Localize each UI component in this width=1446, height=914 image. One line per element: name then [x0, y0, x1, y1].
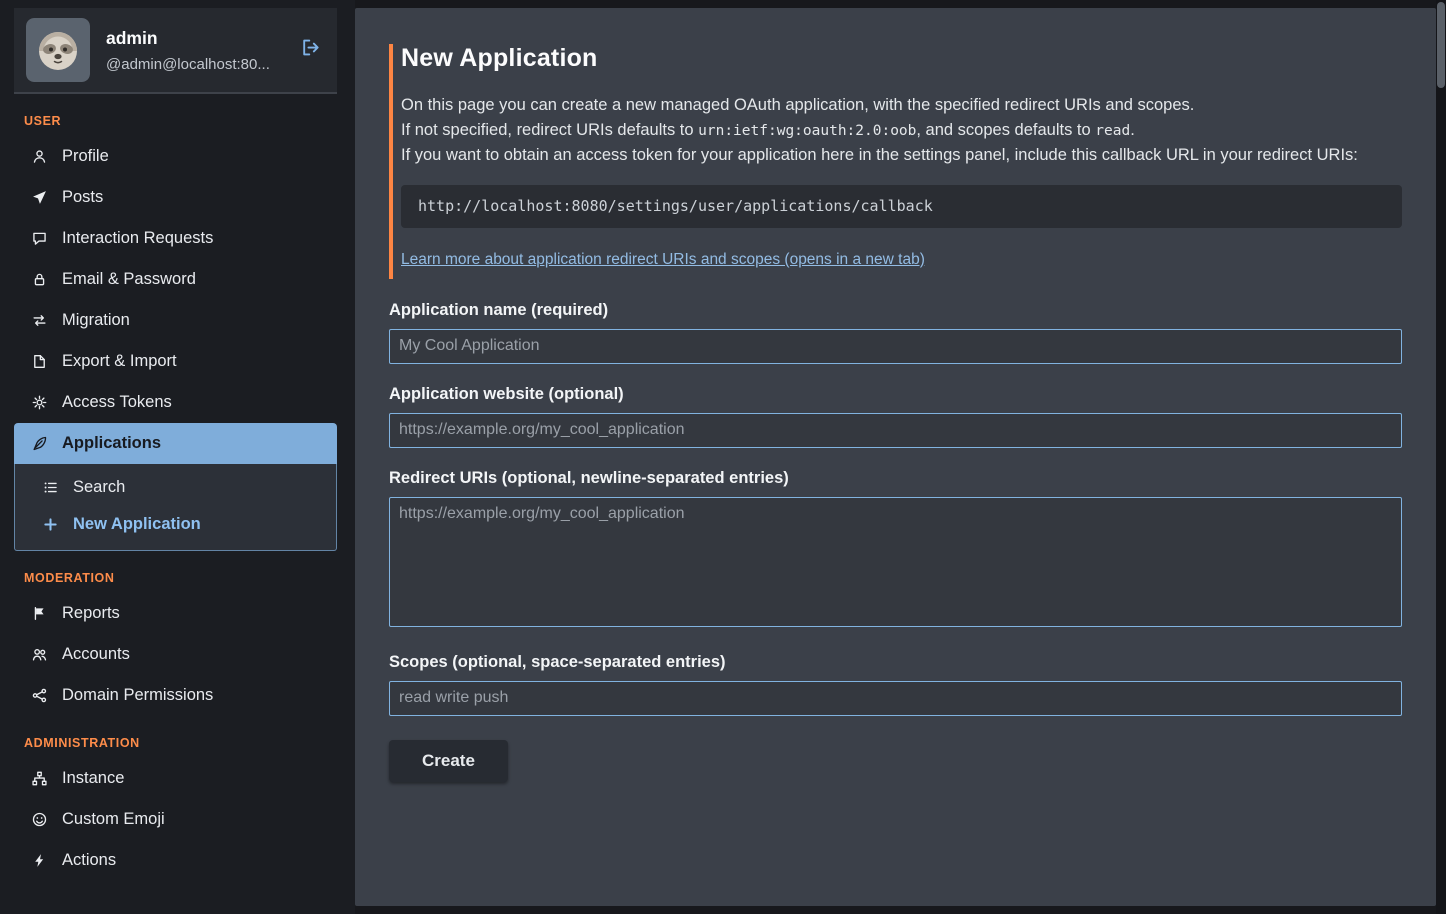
new-application-form: Application name (required) Application …	[389, 301, 1402, 782]
intro-line-3: If you want to obtain an access token fo…	[401, 146, 1358, 164]
intro-line-2-post: .	[1130, 121, 1135, 139]
intro-line-1: On this page you can create a new manage…	[401, 96, 1194, 114]
paper-plane-icon	[31, 190, 47, 205]
sidebar-item-profile[interactable]: Profile	[14, 136, 337, 177]
sidebar-item-label: Actions	[62, 851, 116, 870]
learn-more-link[interactable]: Learn more about application redirect UR…	[401, 251, 925, 269]
sidebar-item-instance[interactable]: Instance	[14, 758, 337, 799]
sidebar-item-label: Migration	[62, 311, 130, 330]
application-name-label: Application name (required)	[389, 301, 1402, 320]
scopes-input[interactable]	[389, 681, 1402, 716]
page-title: New Application	[401, 44, 1402, 73]
flag-icon	[31, 606, 47, 621]
section-label-administration: ADMINISTRATION	[24, 736, 337, 750]
main-content: New Application On this page you can cre…	[355, 8, 1436, 906]
callback-url-block: http://localhost:8080/settings/user/appl…	[401, 185, 1402, 228]
scopes-label: Scopes (optional, space-separated entrie…	[389, 653, 1402, 672]
feather-icon	[31, 436, 47, 451]
section-label-user: USER	[24, 114, 337, 128]
lock-icon	[31, 272, 47, 287]
bolt-icon	[31, 853, 47, 868]
smile-icon	[31, 812, 47, 827]
sidebar-item-label: Instance	[62, 769, 124, 788]
sidebar-item-label: Email & Password	[62, 270, 196, 289]
file-icon	[31, 354, 47, 369]
inline-code-read: read	[1095, 123, 1130, 139]
sidebar-item-interaction-requests[interactable]: Interaction Requests	[14, 218, 337, 259]
sidebar-item-label: Export & Import	[62, 352, 177, 371]
scrollbar-thumb[interactable]	[1437, 2, 1445, 88]
sidebar-item-domain-permissions[interactable]: Domain Permissions	[14, 675, 337, 716]
inline-code-oob: urn:ietf:wg:oauth:2.0:oob	[698, 123, 916, 139]
redirect-uris-textarea[interactable]	[389, 497, 1402, 627]
sidebar-subitem-new-application[interactable]: New Application	[15, 506, 336, 543]
sidebar-item-label: Access Tokens	[62, 393, 172, 412]
list-icon	[42, 480, 58, 495]
comment-icon	[31, 231, 47, 246]
sidebar-item-label: Interaction Requests	[62, 229, 213, 248]
section-label-moderation: MODERATION	[24, 571, 337, 585]
sidebar-item-label: Reports	[62, 604, 120, 623]
sidebar-item-email-password[interactable]: Email & Password	[14, 259, 337, 300]
sidebar-item-label: Posts	[62, 188, 103, 207]
application-website-input[interactable]	[389, 413, 1402, 448]
share-nodes-icon	[31, 688, 47, 703]
sidebar-subitem-search[interactable]: Search	[15, 469, 336, 506]
person-icon	[31, 149, 47, 164]
sidebar-item-label: Custom Emoji	[62, 810, 165, 829]
gear-icon	[31, 395, 47, 410]
applications-submenu: Search New Application	[14, 464, 337, 551]
sidebar-item-label: Applications	[62, 434, 161, 453]
sidebar-item-migration[interactable]: Migration	[14, 300, 337, 341]
user-name: admin	[106, 28, 280, 49]
application-name-input[interactable]	[389, 329, 1402, 364]
users-icon	[31, 647, 47, 662]
user-meta: admin @admin@localhost:80...	[106, 28, 280, 73]
swap-arrows-icon	[31, 313, 47, 328]
sidebar: admin @admin@localhost:80... USER Profil…	[0, 0, 355, 914]
create-button[interactable]: Create	[389, 740, 508, 782]
sidebar-item-posts[interactable]: Posts	[14, 177, 337, 218]
sidebar-item-label: Accounts	[62, 645, 130, 664]
sidebar-item-access-tokens[interactable]: Access Tokens	[14, 382, 337, 423]
sitemap-icon	[31, 771, 47, 786]
logout-icon[interactable]	[296, 33, 325, 67]
sidebar-item-label: New Application	[73, 515, 201, 534]
sidebar-item-custom-emoji[interactable]: Custom Emoji	[14, 799, 337, 840]
page-intro: New Application On this page you can cre…	[389, 44, 1402, 279]
sidebar-item-actions[interactable]: Actions	[14, 840, 337, 881]
intro-line-2-mid: , and scopes defaults to	[916, 121, 1095, 139]
intro-line-2-pre: If not specified, redirect URIs defaults…	[401, 121, 698, 139]
page-scrollbar[interactable]	[1436, 0, 1446, 914]
sidebar-item-label: Search	[73, 478, 125, 497]
sidebar-item-accounts[interactable]: Accounts	[14, 634, 337, 675]
application-website-label: Application website (optional)	[389, 385, 1402, 404]
sidebar-item-reports[interactable]: Reports	[14, 593, 337, 634]
user-handle: @admin@localhost:80...	[106, 56, 280, 73]
intro-text: On this page you can create a new manage…	[401, 93, 1402, 168]
sidebar-item-label: Domain Permissions	[62, 686, 213, 705]
sidebar-item-label: Profile	[62, 147, 109, 166]
avatar	[26, 18, 90, 82]
plus-icon	[42, 517, 58, 532]
sidebar-item-export-import[interactable]: Export & Import	[14, 341, 337, 382]
redirect-uris-label: Redirect URIs (optional, newline-separat…	[389, 469, 1402, 488]
callback-url: http://localhost:8080/settings/user/appl…	[418, 197, 933, 215]
sidebar-item-applications[interactable]: Applications	[14, 423, 337, 464]
user-card: admin @admin@localhost:80...	[14, 8, 337, 94]
